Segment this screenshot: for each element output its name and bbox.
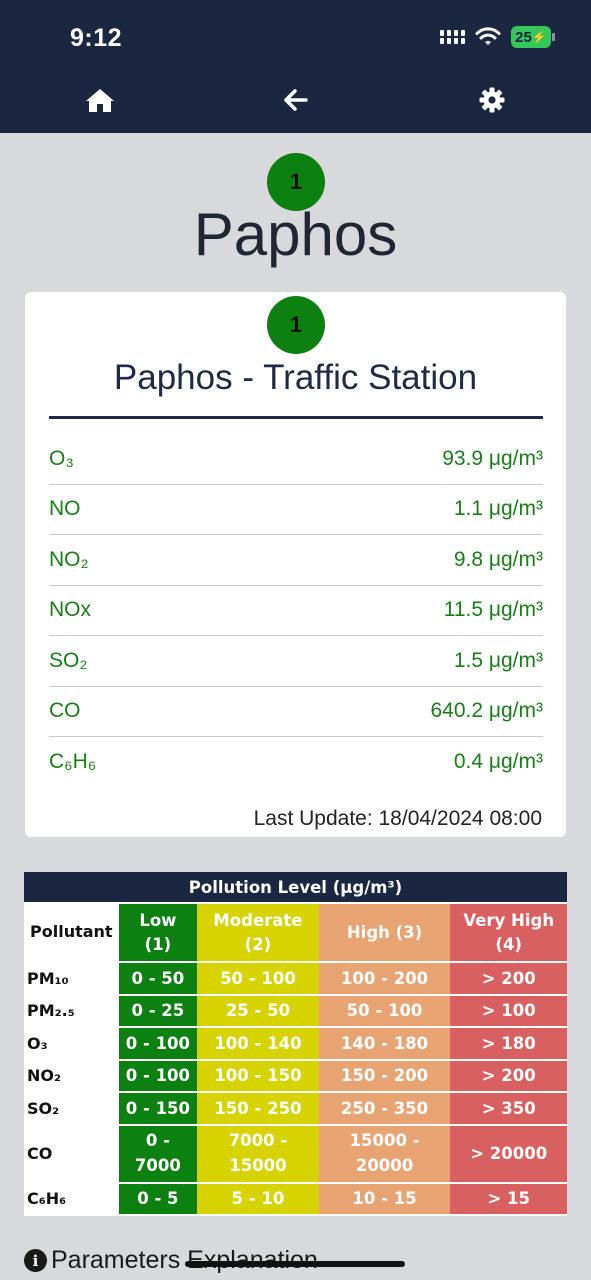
table-cell: 100 - 140 — [197, 1027, 319, 1061]
column-header: Low (1) — [118, 903, 198, 963]
table-cell: 50 - 100 — [318, 994, 451, 1028]
table-cell: 100 - 150 — [197, 1059, 319, 1093]
gear-icon — [479, 87, 505, 113]
list-item: SO₂ 1.5 μg/m³ — [49, 636, 543, 687]
table-cell: 25 - 50 — [197, 994, 319, 1028]
table-row: PM₂.₅ 0 - 25 25 - 50 50 - 100 > 100 — [24, 994, 567, 1028]
home-icon — [86, 89, 114, 112]
station-aqi-badge: 1 — [267, 296, 325, 354]
table-cell: SO₂ — [24, 1092, 119, 1126]
reading-value: 1.1 μg/m³ — [453, 497, 543, 521]
reading-value: 11.5 μg/m³ — [443, 598, 543, 622]
reading-pollutant: NO₂ — [49, 547, 89, 571]
wifi-icon — [475, 27, 501, 45]
table-cell: 50 - 100 — [197, 962, 319, 996]
reading-pollutant: SO₂ — [49, 648, 88, 672]
reading-pollutant: NOx — [49, 598, 91, 622]
readings-list: O₃ 93.9 μg/m³ NO 1.1 μg/m³ NO₂ 9.8 μg/m³… — [49, 434, 543, 788]
column-header: Moderate (2) — [197, 903, 319, 963]
table-header-row: Pollutant Low (1) Moderate (2) High (3) … — [24, 903, 567, 963]
table-cell: > 350 — [450, 1092, 567, 1126]
list-item: C₆H₆ 0.4 μg/m³ — [49, 737, 543, 788]
table-cell: 150 - 200 — [318, 1059, 451, 1093]
status-icons: 25 ⚡ — [440, 26, 555, 48]
city-title: Paphos — [193, 201, 398, 268]
table-cell: 0 - 7000 — [118, 1124, 198, 1184]
table-cell: > 200 — [450, 1059, 567, 1093]
table-cell: C₆H₆ — [24, 1182, 119, 1216]
cellular-signal-icon — [440, 30, 465, 44]
table-cell: 0 - 5 — [118, 1182, 198, 1216]
reading-value: 640.2 μg/m³ — [430, 699, 544, 723]
table-cell: > 100 — [450, 994, 567, 1028]
table-row: SO₂ 0 - 150 150 - 250 250 - 350 > 350 — [24, 1092, 567, 1126]
reading-pollutant: C₆H₆ — [49, 750, 97, 774]
table-cell: O₃ — [24, 1027, 119, 1061]
table-row: C₆H₆ 0 - 5 5 - 10 10 - 15 > 15 — [24, 1182, 567, 1216]
table-cell: 140 - 180 — [318, 1027, 451, 1061]
table-cell: 150 - 250 — [197, 1092, 319, 1126]
table-cell: 100 - 200 — [318, 962, 451, 996]
table-cell: > 20000 — [450, 1124, 567, 1184]
arrow-left-icon — [284, 89, 308, 111]
table-cell: 10 - 15 — [318, 1182, 451, 1216]
table-cell: 250 - 350 — [318, 1092, 451, 1126]
list-item: NO₂ 9.8 μg/m³ — [49, 535, 543, 586]
divider — [49, 416, 543, 419]
table-cell: > 180 — [450, 1027, 567, 1061]
table-row: NO₂ 0 - 100 100 - 150 150 - 200 > 200 — [24, 1059, 567, 1093]
reading-pollutant: CO — [49, 699, 81, 723]
table-cell: 0 - 100 — [118, 1027, 198, 1061]
table-row: O₃ 0 - 100 100 - 140 140 - 180 > 180 — [24, 1027, 567, 1061]
reading-value: 1.5 μg/m³ — [453, 648, 543, 672]
list-item: NO 1.1 μg/m³ — [49, 485, 543, 535]
table-cell: 0 - 100 — [118, 1059, 198, 1093]
table-cell: 0 - 25 — [118, 994, 198, 1028]
reading-value: 0.4 μg/m³ — [453, 750, 543, 774]
info-circle-icon: i — [24, 1249, 47, 1272]
table-cell: > 15 — [450, 1182, 567, 1216]
reading-pollutant: NO — [49, 497, 81, 521]
battery-level: 25 — [515, 28, 532, 46]
settings-button[interactable] — [474, 84, 510, 116]
column-header: Very High (4) — [450, 903, 567, 963]
home-indicator[interactable] — [185, 1261, 405, 1267]
battery-icon: 25 ⚡ — [511, 26, 555, 48]
table-row: PM₁₀ 0 - 50 50 - 100 100 - 200 > 200 — [24, 962, 567, 996]
column-header: High (3) — [318, 903, 451, 963]
reading-pollutant: O₃ — [49, 446, 74, 470]
station-name: Paphos - Traffic Station — [113, 358, 478, 397]
last-update-timestamp: Last Update: 18/04/2024 08:00 — [253, 807, 542, 830]
column-header: Pollutant — [24, 903, 119, 963]
list-item: CO 640.2 μg/m³ — [49, 687, 544, 737]
table-cell: CO — [24, 1124, 119, 1184]
table-cell: 15000 - 20000 — [318, 1124, 451, 1184]
home-button[interactable] — [82, 84, 118, 116]
list-item: NOx 11.5 μg/m³ — [49, 586, 543, 636]
table-row: CO 0 - 7000 7000 - 15000 15000 - 20000 >… — [24, 1124, 567, 1184]
table-cell: NO₂ — [24, 1059, 119, 1093]
list-item: O₃ 93.9 μg/m³ — [49, 434, 543, 485]
pollution-level-table: Pollution Level (μg/m³) Pollutant Low (1… — [24, 872, 567, 1216]
reading-value: 9.8 μg/m³ — [453, 547, 543, 571]
table-cell: 7000 - 15000 — [197, 1124, 319, 1184]
table-cell: 5 - 10 — [197, 1182, 319, 1216]
status-time: 9:12 — [70, 24, 123, 52]
station-card: 1 Paphos - Traffic Station O₃ 93.9 μg/m³… — [25, 292, 566, 837]
back-button[interactable] — [278, 84, 314, 116]
table-cell: 0 - 150 — [118, 1092, 198, 1126]
table-cell: PM₁₀ — [24, 962, 119, 996]
top-navigation-bar: 9:12 25 ⚡ — [0, 0, 591, 133]
reading-value: 93.9 μg/m³ — [442, 446, 543, 470]
table-cell: 0 - 50 — [118, 962, 198, 996]
table-title: Pollution Level (μg/m³) — [24, 872, 567, 904]
table-cell: PM₂.₅ — [24, 994, 119, 1028]
table-cell: > 200 — [450, 962, 567, 996]
